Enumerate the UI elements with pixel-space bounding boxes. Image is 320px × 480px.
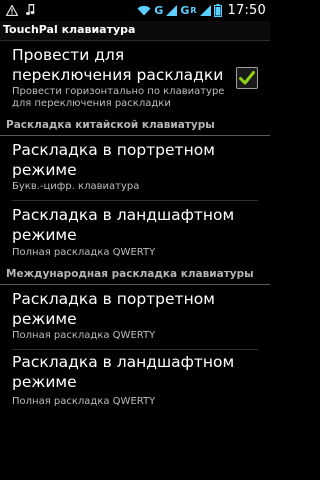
swipe-switch-layout-pref[interactable]: Провести для переключения раскладки Пров… <box>0 42 270 117</box>
category-international-layout: Международная раскладка клавиатуры <box>0 265 270 285</box>
pref-summary: Букв.-цифр. клавиатура <box>12 181 140 192</box>
pref-summary: Провести горизонтально по клавиатуре для… <box>12 86 225 109</box>
signal-icon <box>199 4 211 16</box>
category-divider <box>0 284 270 285</box>
signal-icon <box>166 4 178 16</box>
network-type-label-2: G <box>180 3 190 17</box>
swipe-switch-checkbox[interactable] <box>236 67 258 89</box>
warning-icon <box>6 4 18 16</box>
category-chinese-layout: Раскладка китайской клавиатуры <box>0 116 270 136</box>
status-bar: G G R 17:50 <box>0 0 270 20</box>
network-type-label-1: G <box>154 3 164 17</box>
page-title: TouchPal клавиатура <box>3 23 136 36</box>
battery-icon <box>213 3 222 17</box>
category-header: Международная раскладка клавиатуры <box>6 268 254 280</box>
pref-title: Провести для переключения раскладки <box>12 46 224 84</box>
category-divider <box>0 135 270 136</box>
pref-title: Раскладка в портретном режиме <box>12 290 215 328</box>
clock: 17:50 <box>227 2 266 18</box>
category-header: Раскладка китайской клавиатуры <box>6 119 215 131</box>
pref-summary: Полная раскладка QWERTY <box>12 330 156 341</box>
chinese-landscape-layout-pref[interactable]: Раскладка в ландшафтном режиме Полная ра… <box>0 202 270 264</box>
title-divider <box>0 40 270 41</box>
pref-title: Раскладка в ландшафтном режиме <box>12 353 235 391</box>
international-landscape-layout-pref[interactable]: Раскладка в ландшафтном режиме Полная ра… <box>0 351 270 413</box>
pref-summary: Полная раскладка QWERTY <box>12 396 156 407</box>
wifi-icon <box>137 5 151 16</box>
music-note-icon <box>26 4 36 16</box>
checkmark-icon <box>239 71 255 85</box>
pref-title: Раскладка в портретном режиме <box>12 141 215 179</box>
chinese-portrait-layout-pref[interactable]: Раскладка в портретном режиме Букв.-цифр… <box>0 137 270 199</box>
roaming-label: R <box>190 5 197 15</box>
international-portrait-layout-pref[interactable]: Раскладка в портретном режиме Полная рас… <box>0 286 270 348</box>
list-divider <box>12 200 258 201</box>
pref-summary: Полная раскладка QWERTY <box>12 247 156 258</box>
list-divider <box>12 349 258 350</box>
title-bar: TouchPal клавиатура <box>0 21 270 40</box>
pref-title: Раскладка в ландшафтном режиме <box>12 206 235 244</box>
